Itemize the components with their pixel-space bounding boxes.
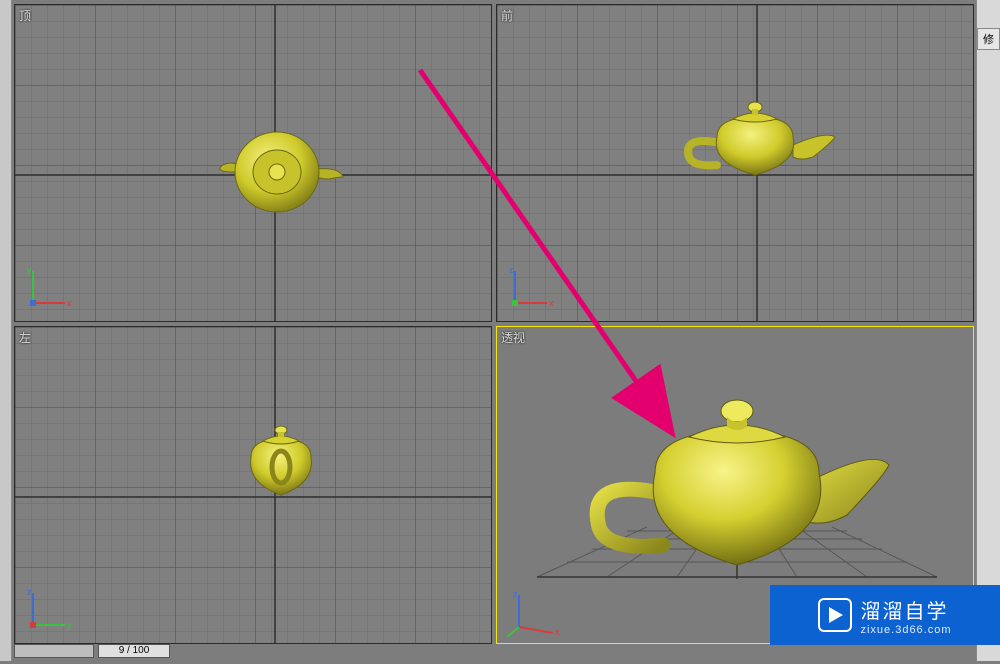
svg-text:x: x <box>67 298 72 308</box>
teapot-object[interactable] <box>231 417 331 510</box>
viewport-label: 顶 <box>19 7 31 24</box>
svg-text:z: z <box>509 265 514 275</box>
modifier-tab[interactable]: 修 <box>977 28 1000 50</box>
svg-text:y: y <box>67 620 72 630</box>
svg-text:x: x <box>549 298 554 308</box>
viewport-label: 透视 <box>501 329 525 346</box>
svg-text:z: z <box>27 587 32 597</box>
teapot-object[interactable] <box>577 387 897 590</box>
right-command-panel[interactable]: 修 <box>976 0 1000 661</box>
viewport-label: 前 <box>501 7 513 24</box>
axis-gadget-top: x y <box>23 263 73 313</box>
play-icon <box>818 598 852 632</box>
svg-text:y: y <box>27 265 32 275</box>
watermark-badge: 溜溜自学 zixue.3d66.com <box>770 585 1000 645</box>
svg-text:x: x <box>555 627 560 637</box>
viewport-grid: 顶 <box>14 4 974 644</box>
viewport-label: 左 <box>19 329 31 346</box>
teapot-object[interactable] <box>675 87 845 190</box>
svg-text:z: z <box>513 589 518 599</box>
viewport-front[interactable]: 前 <box>496 4 974 322</box>
axis-gadget-left: y z <box>23 585 73 635</box>
timeline-slider[interactable] <box>14 644 94 658</box>
viewport-top[interactable]: 顶 <box>14 4 492 322</box>
axis-gadget-perspective: x z <box>505 585 555 635</box>
left-tool-strip[interactable] <box>0 0 12 661</box>
viewport-left[interactable]: 左 <box>14 326 492 644</box>
axis-gadget-front: x z <box>505 263 555 313</box>
teapot-object[interactable] <box>217 127 347 220</box>
timeline-bar: 9 / 100 <box>14 643 974 659</box>
frame-indicator[interactable]: 9 / 100 <box>98 644 170 658</box>
watermark-title: 溜溜自学 <box>860 595 951 624</box>
watermark-url: zixue.3d66.com <box>860 624 951 636</box>
